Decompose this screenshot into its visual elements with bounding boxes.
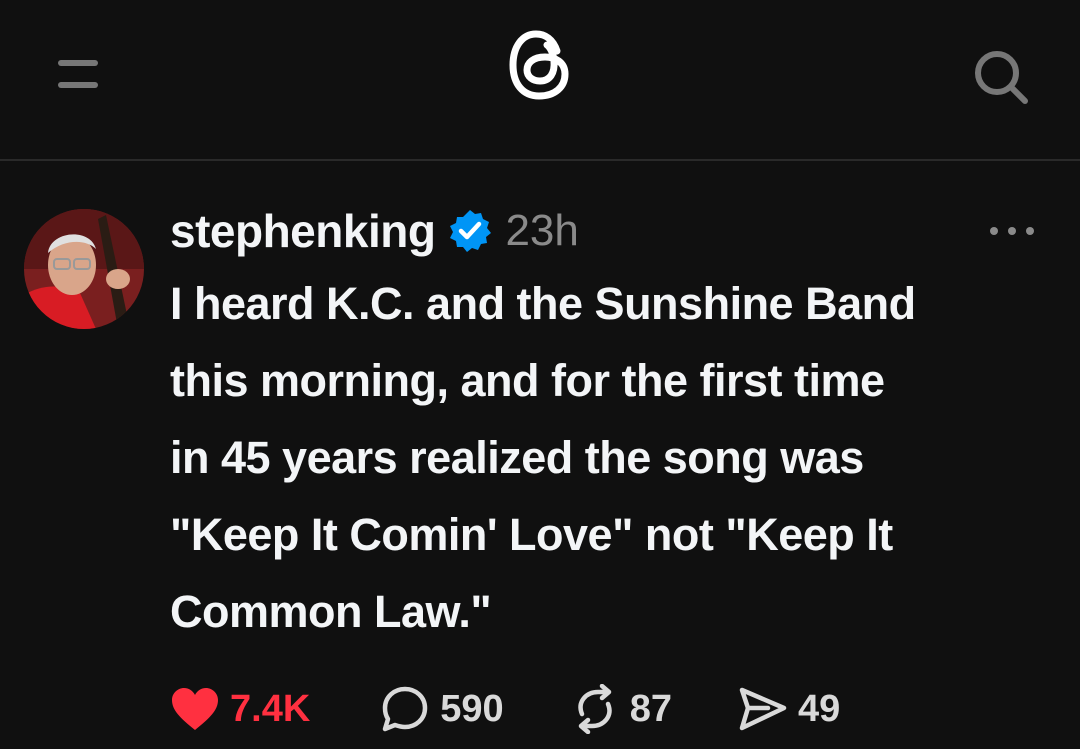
- post-text-line: Common Law.": [170, 586, 492, 637]
- thread-post[interactable]: stephenking 23h I heard K.C. and the Sun…: [0, 161, 1080, 749]
- comment-icon: [383, 686, 428, 732]
- post-header: stephenking 23h: [170, 201, 579, 261]
- post-text-line: "Keep It Comin' Love" not "Keep It: [170, 509, 893, 560]
- top-bar: [0, 0, 1080, 159]
- post-timestamp: 23h: [505, 206, 579, 255]
- threads-logo-icon[interactable]: [503, 25, 577, 105]
- like-count: 7.4K: [230, 687, 311, 730]
- post-text: I heard K.C. and the Sunshine Band this …: [170, 265, 1050, 650]
- post-text-line: I heard K.C. and the Sunshine Band: [170, 278, 916, 329]
- more-options-icon[interactable]: [988, 221, 1036, 241]
- search-icon[interactable]: [972, 48, 1030, 106]
- share-button[interactable]: 49: [738, 681, 840, 737]
- verified-badge-icon: [450, 210, 492, 252]
- share-count: 49: [797, 687, 841, 730]
- reply-count: 590: [440, 687, 504, 730]
- reply-button[interactable]: 590: [380, 681, 504, 737]
- repost-button[interactable]: 87: [570, 681, 672, 737]
- post-text-line: this morning, and for the first time: [170, 355, 885, 406]
- post-text-line: in 45 years realized the song was: [170, 432, 864, 483]
- hamburger-menu-icon[interactable]: [58, 58, 100, 92]
- heart-icon: [172, 688, 218, 730]
- send-icon: [739, 687, 787, 731]
- avatar-image: [24, 209, 144, 329]
- username[interactable]: stephenking: [170, 204, 436, 258]
- post-actions: 7.4K 590 87 49: [170, 681, 840, 737]
- repost-count: 87: [629, 687, 672, 730]
- avatar[interactable]: [24, 209, 144, 329]
- like-button[interactable]: 7.4K: [170, 681, 310, 737]
- repost-icon: [578, 684, 612, 734]
